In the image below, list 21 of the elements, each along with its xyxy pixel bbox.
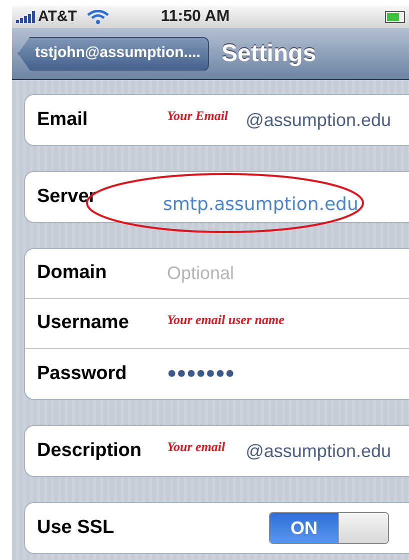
field-label: Email xyxy=(37,108,89,132)
password-field[interactable]: ●●●●●●● xyxy=(167,362,235,386)
toggle-switch[interactable]: ON xyxy=(269,512,389,544)
input-field[interactable]: Optional xyxy=(167,260,317,287)
annotation-text: Your email user name xyxy=(167,310,284,329)
field-label: Use SSL xyxy=(37,516,116,540)
screen-title: Settings xyxy=(221,38,316,68)
clock-text: 11:50 AM xyxy=(160,7,230,27)
back-button[interactable]: tstjohn@assumption.... xyxy=(18,36,210,70)
field-value[interactable]: @assumption.edu xyxy=(246,106,401,134)
annotation-text: Your Email xyxy=(167,107,228,126)
field-label: Description xyxy=(37,438,143,463)
field-label: Username xyxy=(37,311,130,336)
field-label: Password xyxy=(37,362,128,386)
carrier-text: AT&T xyxy=(38,6,77,27)
wifi-icon xyxy=(86,10,109,24)
annotation-text: Your email xyxy=(167,438,226,456)
field-value[interactable]: @assumption.edu xyxy=(246,438,401,464)
signal-icon xyxy=(16,11,36,23)
field-label: Domain xyxy=(37,261,108,286)
battery-icon xyxy=(385,11,405,23)
